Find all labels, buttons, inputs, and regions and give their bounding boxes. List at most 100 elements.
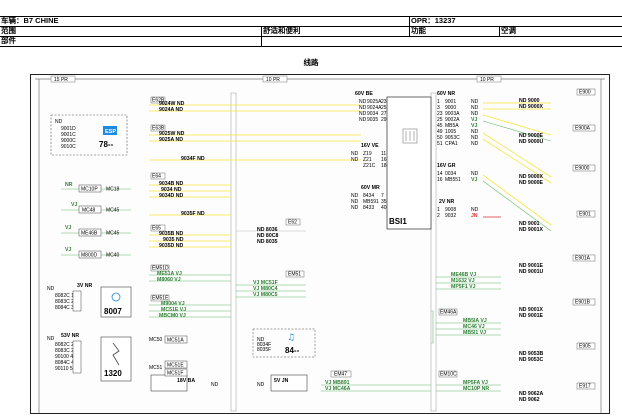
svg-text:ND: ND (351, 157, 359, 163)
svg-text:ND 9001U: ND 9001U (519, 269, 543, 275)
svg-text:ND: ND (471, 141, 479, 147)
svg-text:EM46A: EM46A (440, 310, 457, 316)
svg-text:18V BA: 18V BA (177, 378, 195, 384)
svg-text:MP5F1 VJ: MP5F1 VJ (451, 284, 476, 290)
svg-text:ND 9001X: ND 9001X (519, 227, 543, 233)
svg-text:9035: 9035 (367, 117, 378, 123)
svg-text:EM51: EM51 (288, 272, 301, 278)
svg-text:16: 16 (437, 177, 443, 183)
wiring-diagram: 15 PR 10 PR 10 PR ND 9001D 9001C 9000C 9… (35, 75, 605, 413)
svg-text:MC10P: MC10P (81, 187, 98, 193)
parts-cell: 部件 (0, 36, 262, 46)
svg-text:MC18: MC18 (106, 187, 120, 193)
connector-10pr-label: 10 PR (266, 77, 280, 83)
svg-text:5V JN: 5V JN (274, 378, 289, 384)
svg-text:ND: ND (359, 117, 367, 123)
svg-text:MC51F: MC51F (167, 371, 183, 377)
svg-text:8035F: 8035F (257, 347, 271, 353)
svg-text:2V NR: 2V NR (439, 199, 455, 205)
svg-text:E901: E901 (579, 212, 591, 218)
connector-10pr-b-label: 10 PR (480, 77, 494, 83)
svg-text:ME46B: ME46B (81, 231, 98, 237)
svg-text:ND 9000E: ND 9000E (519, 180, 543, 186)
svg-text:ND 9001E: ND 9001E (519, 313, 543, 319)
svg-text:ND 9000X: ND 9000X (519, 104, 543, 110)
category-cell: 舒适和便利 (262, 26, 410, 36)
svg-text:MC10P NR: MC10P NR (463, 386, 489, 392)
svg-text:29: 29 (381, 117, 387, 123)
svg-text:VJ: VJ (65, 247, 71, 253)
left-box-line: 9010C (61, 144, 76, 150)
svg-text:MBCM0 VJ: MBCM0 VJ (159, 313, 186, 319)
svg-text:VJ: VJ (471, 177, 477, 183)
svg-text:MC51A: MC51A (167, 338, 184, 344)
svg-text:JN: JN (471, 213, 478, 219)
svg-text:Z21C: Z21C (363, 163, 376, 169)
connector-1320: ND 53V NR 8082C 21 8083C 27 90100 40 808… (47, 333, 132, 382)
svg-text:NR: NR (65, 182, 73, 188)
svg-text:ND: ND (211, 382, 219, 388)
svg-text:MC50: MC50 (149, 337, 163, 343)
svg-text:E900: E900 (579, 90, 591, 96)
svg-text:2: 2 (437, 213, 440, 219)
svg-text:84--: 84-- (285, 346, 300, 355)
svg-text:9024A ND: 9024A ND (159, 107, 183, 113)
svg-text:VJ M80C5: VJ M80C5 (253, 292, 278, 298)
svg-text:MC45: MC45 (106, 231, 120, 237)
esp-label: ESP (105, 129, 116, 135)
svg-text:60V BE: 60V BE (355, 91, 373, 97)
connector-8007: ND 3V NR 8082C 1 8083C 2 8084C 3 8007 (47, 283, 132, 318)
svg-text:8433: 8433 (363, 205, 374, 211)
left-box-line: ND (55, 119, 63, 125)
svg-text:E901A: E901A (575, 256, 591, 262)
svg-text:8007: 8007 (104, 307, 122, 316)
svg-text:M800D: M800D (81, 253, 98, 259)
left-mc-group: NR MC10P MC18 VJ MC48 MC45 VJ ME46B MC45… (61, 182, 131, 259)
bsi-module: BSI1 60V BE ND 9025A 23 ND 9024A 25 ND 9… (351, 91, 479, 230)
header-row-2: 范围 舒适和便利 功能 空调 (0, 26, 622, 36)
col5-group: ME46B VJ M1632 VJ MP5F1 VJ EM46A MB5IA V… (431, 272, 501, 392)
svg-text:90110 52: 90110 52 (55, 366, 76, 372)
col2-group: E62B 9024W ND 9024A ND E63B 9025W ND 902… (149, 96, 361, 377)
svg-text:9034D ND: 9034D ND (159, 193, 183, 199)
header-row-1: 车辆：B7 CHINE OPR：13237 (0, 16, 622, 26)
svg-text:MC45: MC45 (106, 208, 120, 214)
svg-text:E917: E917 (579, 384, 591, 390)
right-group: E900 ND 9000 ND 9000X E900A ND 9000E ND … (519, 88, 596, 403)
svg-text:E64: E64 (152, 174, 161, 180)
svg-text:E9000: E9000 (575, 166, 590, 172)
svg-text:ND 8035: ND 8035 (257, 239, 278, 245)
svg-text:ND: ND (351, 205, 359, 211)
connector-15pr-label: 15 PR (54, 77, 68, 83)
range-cell: 范围 (0, 26, 262, 36)
svg-text:9035F ND: 9035F ND (181, 211, 205, 217)
svg-text:53V NR: 53V NR (61, 333, 79, 339)
svg-text:VJ: VJ (71, 202, 77, 208)
header-row-3: 部件 (0, 36, 622, 46)
svg-text:ND: ND (257, 382, 265, 388)
svg-text:VJ: VJ (65, 225, 71, 231)
opr-cell: OPR：13237 (411, 16, 456, 25)
svg-text:E905: E905 (579, 344, 591, 350)
svg-text:8084C 3: 8084C 3 (55, 305, 74, 311)
svg-text:MC51: MC51 (149, 365, 163, 371)
svg-text:E62: E62 (288, 220, 297, 226)
svg-text:60V NR: 60V NR (437, 91, 455, 97)
wiring-diagram-frame: 15 PR 10 PR 10 PR ND 9001D 9001C 9000C 9… (30, 74, 610, 414)
svg-text:60V MR: 60V MR (361, 185, 380, 191)
svg-text:ND 9053C: ND 9053C (519, 357, 543, 363)
svg-text:ND 9062: ND 9062 (519, 397, 540, 403)
vehicle-cell: 车辆：B7 CHINE (0, 16, 410, 26)
svg-text:16V GR: 16V GR (437, 163, 456, 169)
svg-text:ND 9000U: ND 9000U (519, 139, 543, 145)
svg-text:EM10C: EM10C (440, 372, 457, 378)
svg-text:E900A: E900A (575, 126, 591, 132)
svg-text:18: 18 (381, 163, 387, 169)
col3-group: E62 ND 8036 ND 80C8 ND 8035 EM51 VJ MC51… (236, 218, 431, 392)
svg-text:MC48: MC48 (82, 208, 96, 214)
svg-text:3V NR: 3V NR (77, 283, 93, 289)
svg-text:MB551: MB551 (445, 177, 461, 183)
svg-text:1320: 1320 (104, 369, 122, 378)
svg-text:MC40: MC40 (106, 253, 120, 259)
svg-text:EM47: EM47 (334, 372, 347, 378)
